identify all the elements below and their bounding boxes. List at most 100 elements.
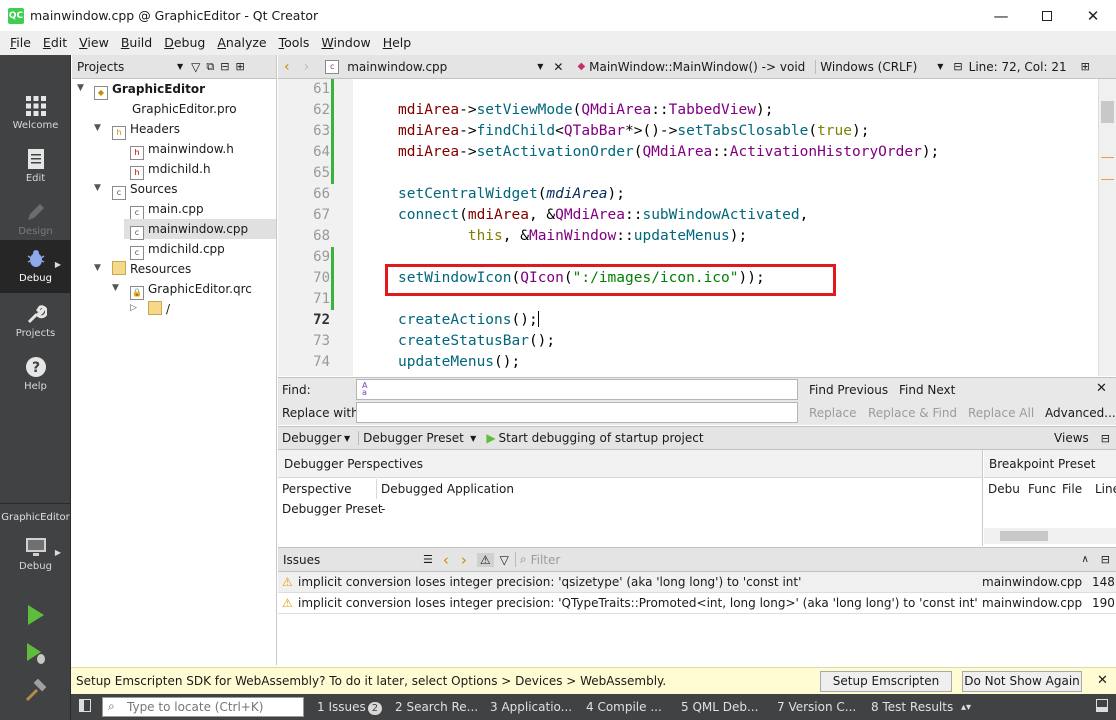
kit-selector[interactable]: Debug ▶ (0, 528, 71, 583)
menu-edit[interactable]: Edit (37, 31, 73, 55)
menu-help[interactable]: Help (377, 31, 418, 55)
combo-arrow-icon[interactable]: ▼ (177, 62, 183, 71)
output-tab-test-results[interactable]: 8 Test Results (871, 698, 953, 717)
cursor-position[interactable]: Line: 72, Col: 21 (969, 60, 1067, 74)
replace-all-button[interactable]: Replace All (968, 406, 1034, 420)
replace-input[interactable] (356, 402, 798, 423)
menu-window[interactable]: Window (315, 31, 376, 55)
tree-item-pro[interactable]: GraphicEditor.pro (112, 99, 237, 119)
menu-file[interactable]: File (4, 31, 37, 55)
back-icon[interactable]: ‹ (284, 59, 290, 75)
start-debug-icon[interactable]: ▶ (486, 431, 495, 445)
run-button[interactable] (24, 603, 48, 627)
views-button[interactable]: Views (1054, 431, 1089, 445)
collapse-icon[interactable]: ∧ (1081, 554, 1088, 565)
combo-arrow-icon[interactable]: ▼ (937, 62, 943, 71)
issue-row[interactable]: ⚠ implicit conversion loses integer prec… (278, 572, 1116, 593)
advanced-button[interactable]: Advanced... (1045, 406, 1116, 420)
find-previous-button[interactable]: Find Previous (809, 383, 888, 397)
tree-item-headers[interactable]: h Headers (112, 119, 180, 140)
close-panel-icon[interactable]: ⊞ (235, 60, 244, 73)
scrollbar-thumb[interactable] (1101, 101, 1114, 123)
case-sensitive-icon[interactable]: Aa (362, 382, 367, 397)
maximize-panel-icon[interactable]: ⊟ (1101, 553, 1110, 566)
output-tab-version-control[interactable]: 7 Version C... (777, 698, 856, 717)
line-ending-combo[interactable]: Windows (CRLF) (815, 59, 937, 74)
debug-run-button[interactable] (24, 641, 48, 665)
debugger-combo[interactable]: Debugger (282, 431, 344, 445)
tree-item-resources[interactable]: Resources (112, 259, 191, 279)
menu-analyze[interactable]: Analyze (211, 31, 272, 55)
find-input[interactable]: Aa (356, 379, 798, 400)
tree-item-mainwindow-h[interactable]: h mainwindow.h (130, 139, 234, 160)
close-notification-icon[interactable]: ✕ (1097, 673, 1108, 688)
tree-item-project[interactable]: ◆ GraphicEditor (94, 79, 205, 100)
forward-icon[interactable]: › (304, 59, 310, 75)
sort-icon[interactable]: ☰ (423, 553, 433, 566)
symbol-combo[interactable]: MainWindow::MainWindow() -> void (589, 60, 805, 74)
output-tab-compile[interactable]: 4 Compile ... (586, 698, 662, 717)
build-button[interactable] (24, 678, 48, 703)
tree-item-prefix[interactable]: / (148, 299, 170, 319)
debugger-preset-combo[interactable]: Debugger Preset (358, 431, 470, 445)
mode-projects[interactable]: Projects (0, 295, 71, 348)
warning-filter-icon[interactable]: ⚠ (476, 552, 494, 567)
maximize-panel-icon[interactable]: ⊟ (1101, 432, 1110, 445)
filter-icon[interactable]: ▽ (191, 60, 200, 74)
find-next-button[interactable]: Find Next (899, 383, 955, 397)
locator-input[interactable]: ⌕ Type to locate (Ctrl+K) (102, 697, 304, 717)
tree-item-qrc[interactable]: 🔒 GraphicEditor.qrc (130, 279, 252, 300)
close-icon[interactable]: ✕ (1070, 0, 1116, 31)
bp-scrollbar[interactable] (984, 528, 1116, 544)
maximize-icon[interactable] (1024, 0, 1070, 31)
bp-col: Debu (988, 482, 1020, 496)
combo-arrow-icon[interactable]: ▼ (537, 62, 543, 71)
menu-debug[interactable]: Debug (158, 31, 211, 55)
output-tab-issues[interactable]: 1 Issues 2 (317, 698, 383, 717)
mode-design[interactable]: Design (0, 193, 71, 246)
mode-welcome[interactable]: Welcome (0, 87, 71, 140)
more-tabs-icon[interactable]: ▴▾ (961, 698, 971, 717)
combo-arrow-icon[interactable]: ▼ (470, 434, 476, 443)
split-icon[interactable]: ⊟ (953, 60, 962, 73)
combo-arrow-icon[interactable]: ▼ (344, 434, 350, 443)
do-not-show-again-button[interactable]: Do Not Show Again (962, 671, 1082, 692)
mode-debug[interactable]: Debug ▶ (0, 240, 71, 293)
split-editor-icon[interactable]: ⊞ (1081, 60, 1090, 73)
next-issue-icon[interactable]: › (461, 551, 467, 569)
toggle-sidebar-icon[interactable] (79, 699, 91, 712)
issues-filter-input[interactable]: Filter (531, 553, 561, 567)
document-combo[interactable]: mainwindow.cpp (347, 60, 537, 74)
tree-item-mdichild-h[interactable]: h mdichild.h (130, 159, 211, 180)
mode-help[interactable]: ? Help (0, 348, 71, 401)
setup-emscripten-button[interactable]: Setup Emscripten SDK (820, 671, 952, 707)
tree-item-sources[interactable]: c Sources (112, 179, 177, 200)
close-document-icon[interactable]: ✕ (553, 60, 563, 74)
help-icon: ? (25, 357, 46, 377)
output-tab-search[interactable]: 2 Search Re... (395, 698, 478, 717)
replace-button[interactable]: Replace (809, 406, 856, 420)
editor-scrollbar[interactable] (1098, 79, 1116, 376)
output-tab-application[interactable]: 3 Applicatio... (490, 698, 572, 717)
link-icon[interactable]: ⧉ (206, 60, 214, 74)
start-debugging-button[interactable]: Start debugging of startup project (499, 431, 704, 445)
projects-combo[interactable]: Projects (77, 60, 177, 74)
menu-tools[interactable]: Tools (273, 31, 316, 55)
tree-item-main-cpp[interactable]: c main.cpp (130, 199, 204, 220)
split-icon[interactable]: ⊟ (220, 60, 229, 73)
menu-build[interactable]: Build (115, 31, 158, 55)
replace-find-button[interactable]: Replace & Find (868, 406, 957, 420)
tree-item-mainwindow-cpp[interactable]: c mainwindow.cpp (124, 219, 276, 240)
close-find-icon[interactable]: ✕ (1096, 381, 1107, 396)
minimize-icon[interactable]: — (978, 0, 1024, 31)
tree-item-mdichild-cpp[interactable]: c mdichild.cpp (130, 239, 225, 260)
prev-issue-icon[interactable]: ‹ (443, 551, 449, 569)
toggle-output-icon[interactable] (1096, 699, 1108, 712)
mode-edit[interactable]: Edit (0, 140, 71, 193)
output-tab-qml-debug[interactable]: 5 QML Deb... (681, 698, 758, 717)
menu-view[interactable]: View (73, 31, 115, 55)
code-line: mdiArea->findChild<QTabBar*>()->setTabsC… (398, 123, 870, 139)
filter-icon[interactable]: ▽ (500, 553, 509, 567)
issue-row[interactable]: ⚠ implicit conversion loses integer prec… (278, 593, 1116, 614)
code-editor[interactable]: mdiArea->setViewMode(QMdiArea::TabbedVie… (354, 79, 1098, 376)
